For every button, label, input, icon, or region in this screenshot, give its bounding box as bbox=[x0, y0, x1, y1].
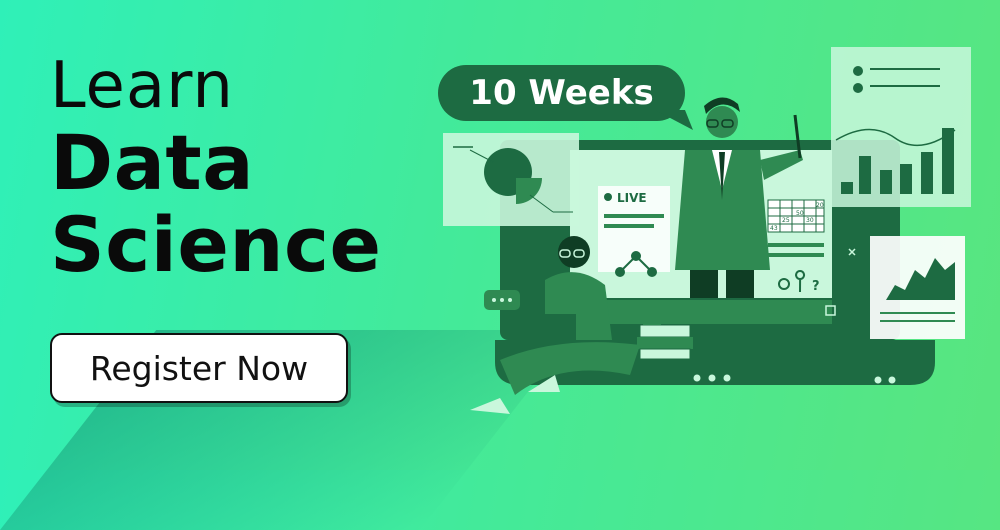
live-dot-icon bbox=[604, 193, 612, 201]
live-label: LIVE bbox=[617, 191, 647, 205]
calendar-num-1: 20 bbox=[816, 202, 824, 209]
calendar-num-2: 50 bbox=[796, 210, 804, 217]
duration-badge: 10 Weeks bbox=[438, 65, 685, 121]
badge-tail bbox=[655, 110, 693, 130]
camera-icon bbox=[846, 232, 856, 239]
mic-icon bbox=[849, 216, 854, 224]
pencil-cup bbox=[643, 308, 661, 325]
calendar-num-4: 30 bbox=[806, 217, 814, 224]
help-icon: ? bbox=[812, 279, 820, 294]
calendar-num-3: 25 bbox=[782, 217, 790, 224]
calendar-num-5: 43 bbox=[770, 225, 778, 232]
